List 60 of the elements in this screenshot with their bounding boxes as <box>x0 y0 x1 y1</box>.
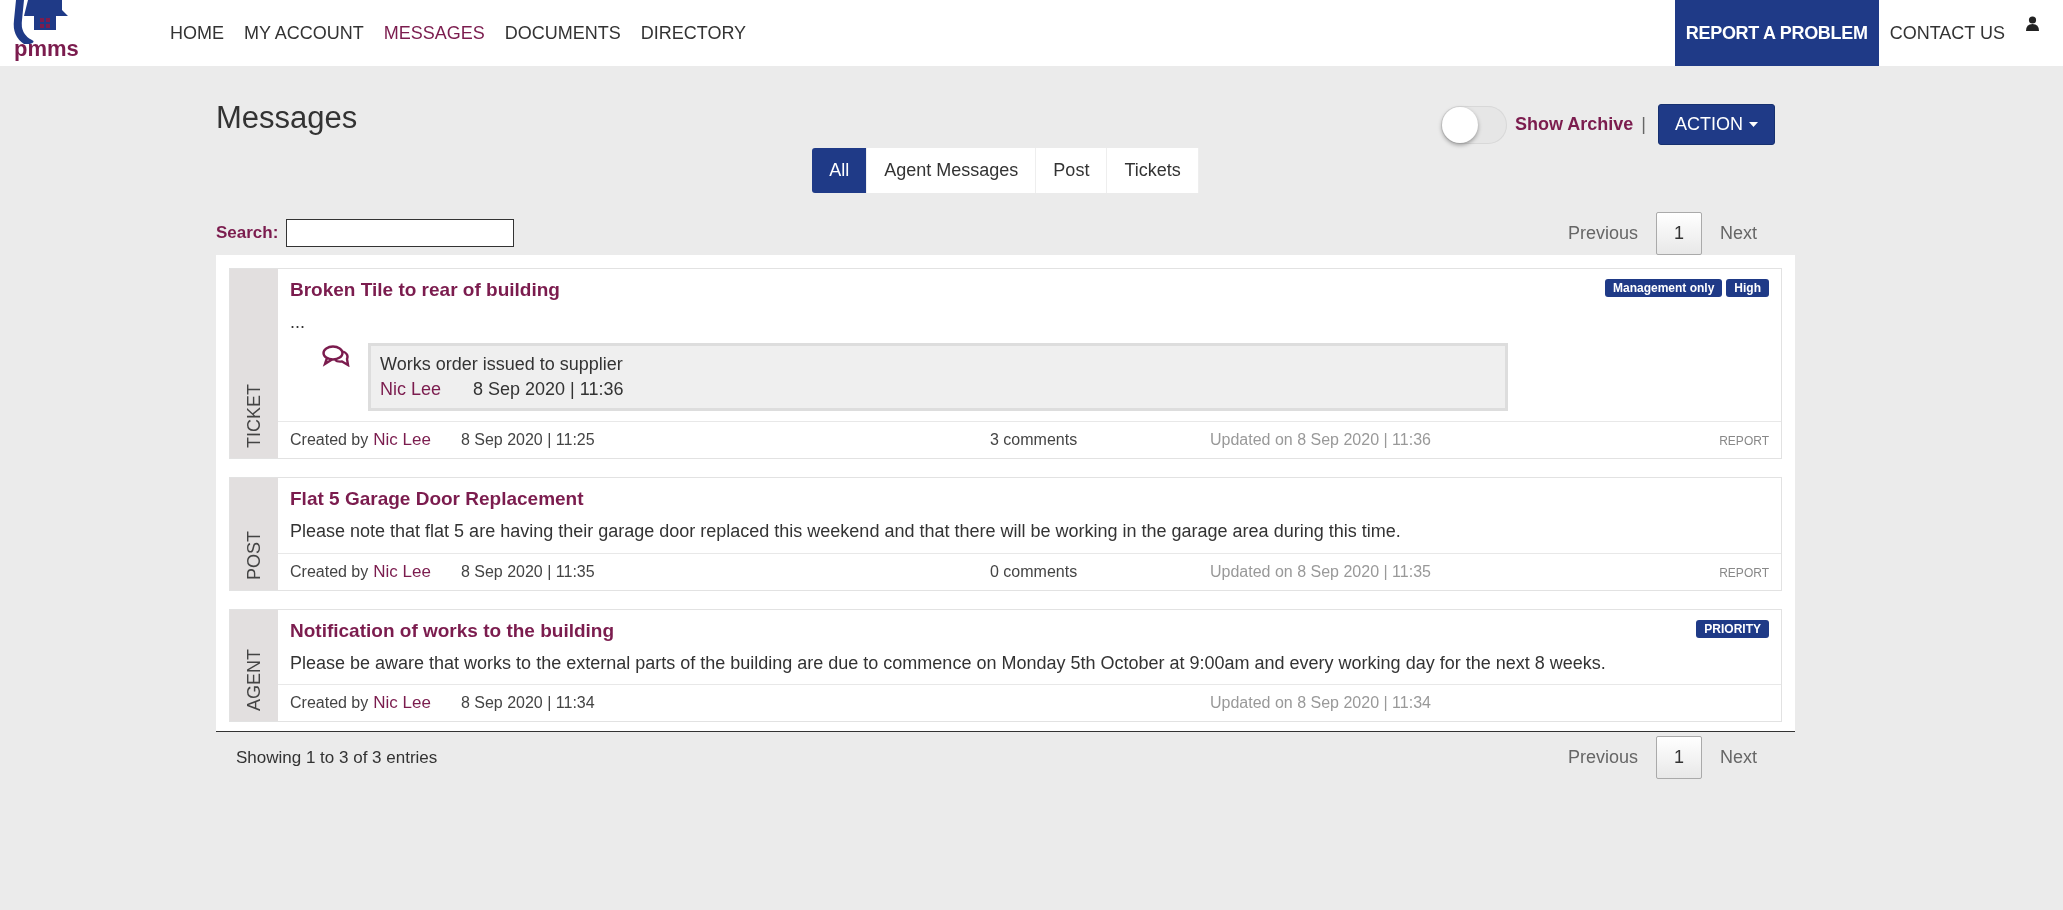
nav-link[interactable]: DOCUMENTS <box>494 22 631 44</box>
filter-tab[interactable]: All <box>812 148 868 193</box>
updated-date: Updated on 8 Sep 2020 | 11:35 <box>1210 562 1432 581</box>
created-date: 8 Sep 2020 | 11:35 <box>460 562 595 581</box>
archive-toggle[interactable] <box>1440 105 1507 144</box>
comments-icon <box>322 345 350 368</box>
filter-tab[interactable]: Tickets <box>1107 148 1199 193</box>
updated-date: Updated on 8 Sep 2020 | 11:34 <box>1210 694 1432 713</box>
message-title[interactable]: Flat 5 Garage Door Replacement <box>290 488 1769 511</box>
comment-text: Works order issued to supplier <box>380 354 624 376</box>
report-link[interactable]: REPORT <box>1719 434 1769 449</box>
created-by-label: Created by <box>290 562 369 581</box>
page-number-button[interactable]: 1 <box>1655 211 1702 255</box>
created-by-label: Created by <box>290 431 369 450</box>
comment-count[interactable]: 0 comments <box>990 562 1078 580</box>
user-icon[interactable] <box>2026 16 2039 31</box>
author-link[interactable]: Nic Lee <box>380 379 442 401</box>
comment-date: 8 Sep 2020 | 11:36 <box>473 379 624 401</box>
message-title[interactable]: Broken Tile to rear of building <box>290 279 1605 301</box>
filter-tab[interactable]: Post <box>1036 148 1108 193</box>
tag-badge: PRIORITY <box>1696 619 1769 638</box>
tag-badge: High <box>1726 279 1769 297</box>
message-body: Please note that flat 5 are having their garage door replaced this weekend and that there will be working in the garage area during this time. <box>289 520 1402 544</box>
previous-page-link[interactable]: Previous <box>1549 737 1656 779</box>
author-link[interactable]: Nic Lee <box>373 561 431 582</box>
created-by-label: Created by <box>290 694 369 713</box>
entries-info: Showing 1 to 3 of 3 entries <box>235 747 438 768</box>
contact-link[interactable]: CONTACT US <box>1878 0 2016 66</box>
nav-link[interactable]: DIRECTORY <box>630 22 757 44</box>
action-button[interactable]: ACTION <box>1658 104 1775 145</box>
report-link[interactable]: REPORT <box>1719 565 1769 580</box>
tag-badge: Management only <box>1604 279 1723 297</box>
comment-count[interactable]: 3 comments <box>990 431 1078 449</box>
separator-text: | <box>1641 114 1646 135</box>
search-field[interactable] <box>286 219 515 247</box>
next-page-link[interactable]: Next <box>1702 737 1775 779</box>
logo-text: pmms <box>14 36 79 62</box>
previous-page-link[interactable]: Previous <box>1549 212 1656 254</box>
author-link[interactable]: Nic Lee <box>373 430 431 451</box>
search-label: Search: <box>216 223 279 243</box>
created-date: 8 Sep 2020 | 11:34 <box>460 694 595 713</box>
message-title[interactable]: Notification of works to the building <box>290 619 1697 642</box>
nav-link[interactable]: MESSAGES <box>373 22 495 44</box>
message-body: Please be aware that works to the external parts of the building are due to commence on Monday 5th October at 9:00am and every working day for the next 8 weeks. <box>289 651 1607 675</box>
next-page-link[interactable]: Next <box>1702 212 1775 254</box>
show-archive-label: Show Archive <box>1514 114 1634 135</box>
caret-icon <box>1749 122 1758 127</box>
nav-link[interactable]: MY ACCOUNT <box>234 22 374 44</box>
message-type-label: AGENT <box>243 649 265 712</box>
message-body: ... <box>289 311 306 334</box>
author-link[interactable]: Nic Lee <box>373 693 431 714</box>
message-type-label: POST <box>243 530 265 580</box>
message-type-label: TICKET <box>243 384 265 449</box>
created-date: 8 Sep 2020 | 11:25 <box>460 431 595 450</box>
filter-tab[interactable]: Agent Messages <box>867 148 1037 193</box>
page-title: Messages <box>216 100 358 136</box>
report-problem-button[interactable]: REPORT A PROBLEM <box>1674 0 1879 66</box>
nav-link[interactable]: HOME <box>160 22 234 44</box>
page-number-button[interactable]: 1 <box>1655 736 1702 780</box>
updated-date: Updated on 8 Sep 2020 | 11:36 <box>1210 431 1432 450</box>
